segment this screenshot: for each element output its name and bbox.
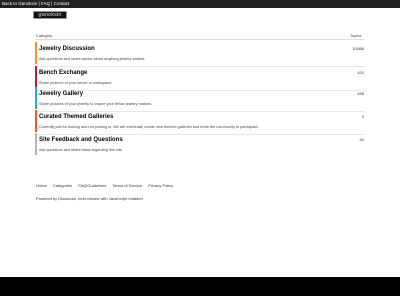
topic-count: 0 [361,114,364,119]
category-color-bar [35,66,37,88]
category-color-bar [35,87,37,109]
header-divider [35,39,365,40]
topic-count: 420 [357,70,364,75]
category-description: Ask questions and share advice about any… [39,57,146,61]
faq-link[interactable]: FAQ [41,1,50,6]
category-title[interactable]: Site Feedback and Questions [39,137,123,143]
topic-count: 94 [359,137,364,142]
separator: | [38,1,40,6]
footer-link-terms-of-service[interactable]: Terms of Service [112,183,142,188]
category-row-jewelry-gallery[interactable]: Jewelry Gallery Share pictures of your j… [35,87,365,111]
footer-link-privacy-policy[interactable]: Privacy Policy [148,183,173,188]
category-title[interactable]: Curated Themed Galleries [39,114,113,120]
category-description: Currently just for looking and not posti… [39,125,259,129]
category-description: Ask questions and share ideas regarding … [39,148,123,152]
category-description: Share pictures of your jewelry to inspir… [39,102,153,106]
category-color-bar [35,110,37,132]
topic-count: 51866 [352,46,364,51]
footer-link-faq-guidelines[interactable]: FAQ/Guidelines [78,183,106,188]
category-row-site-feedback[interactable]: Site Feedback and Questions Ask question… [35,133,365,155]
top-nav: Back to Ganoksin | FAQ | Contact [2,0,69,8]
topic-count: 498 [357,91,364,96]
footer-link-categories[interactable]: Categories [53,183,72,188]
category-title[interactable]: Bench Exchange [39,70,87,76]
category-description: Share pictures of your bench or workspac… [39,81,113,85]
footer-link-home[interactable]: Home [36,183,47,188]
category-title[interactable]: Jewelry Discussion [39,46,95,52]
category-column-header: Category [36,33,53,38]
back-to-ganoksin-link[interactable]: Back to Ganoksin [2,1,37,6]
powered-by-text: Powered by Discourse, best viewed with J… [36,196,143,201]
category-row-curated-themed-galleries[interactable]: Curated Themed Galleries Currently just … [35,110,365,134]
category-title[interactable]: Jewelry Gallery [39,91,83,97]
category-row-bench-exchange[interactable]: Bench Exchange Share pictures of your be… [35,66,365,90]
category-color-bar [35,42,37,64]
contact-link[interactable]: Contact [54,1,70,6]
bottom-band [0,277,400,296]
category-color-bar [35,133,37,155]
site-logo[interactable]: ganoksin [33,11,67,19]
separator: | [51,1,53,6]
category-row-jewelry-discussion[interactable]: Jewelry Discussion Ask questions and sha… [35,42,365,66]
topics-column-header: Topics [350,33,362,38]
top-bar: Back to Ganoksin | FAQ | Contact [0,0,400,8]
footer-nav: Home Categories FAQ/Guidelines Terms of … [36,183,178,188]
